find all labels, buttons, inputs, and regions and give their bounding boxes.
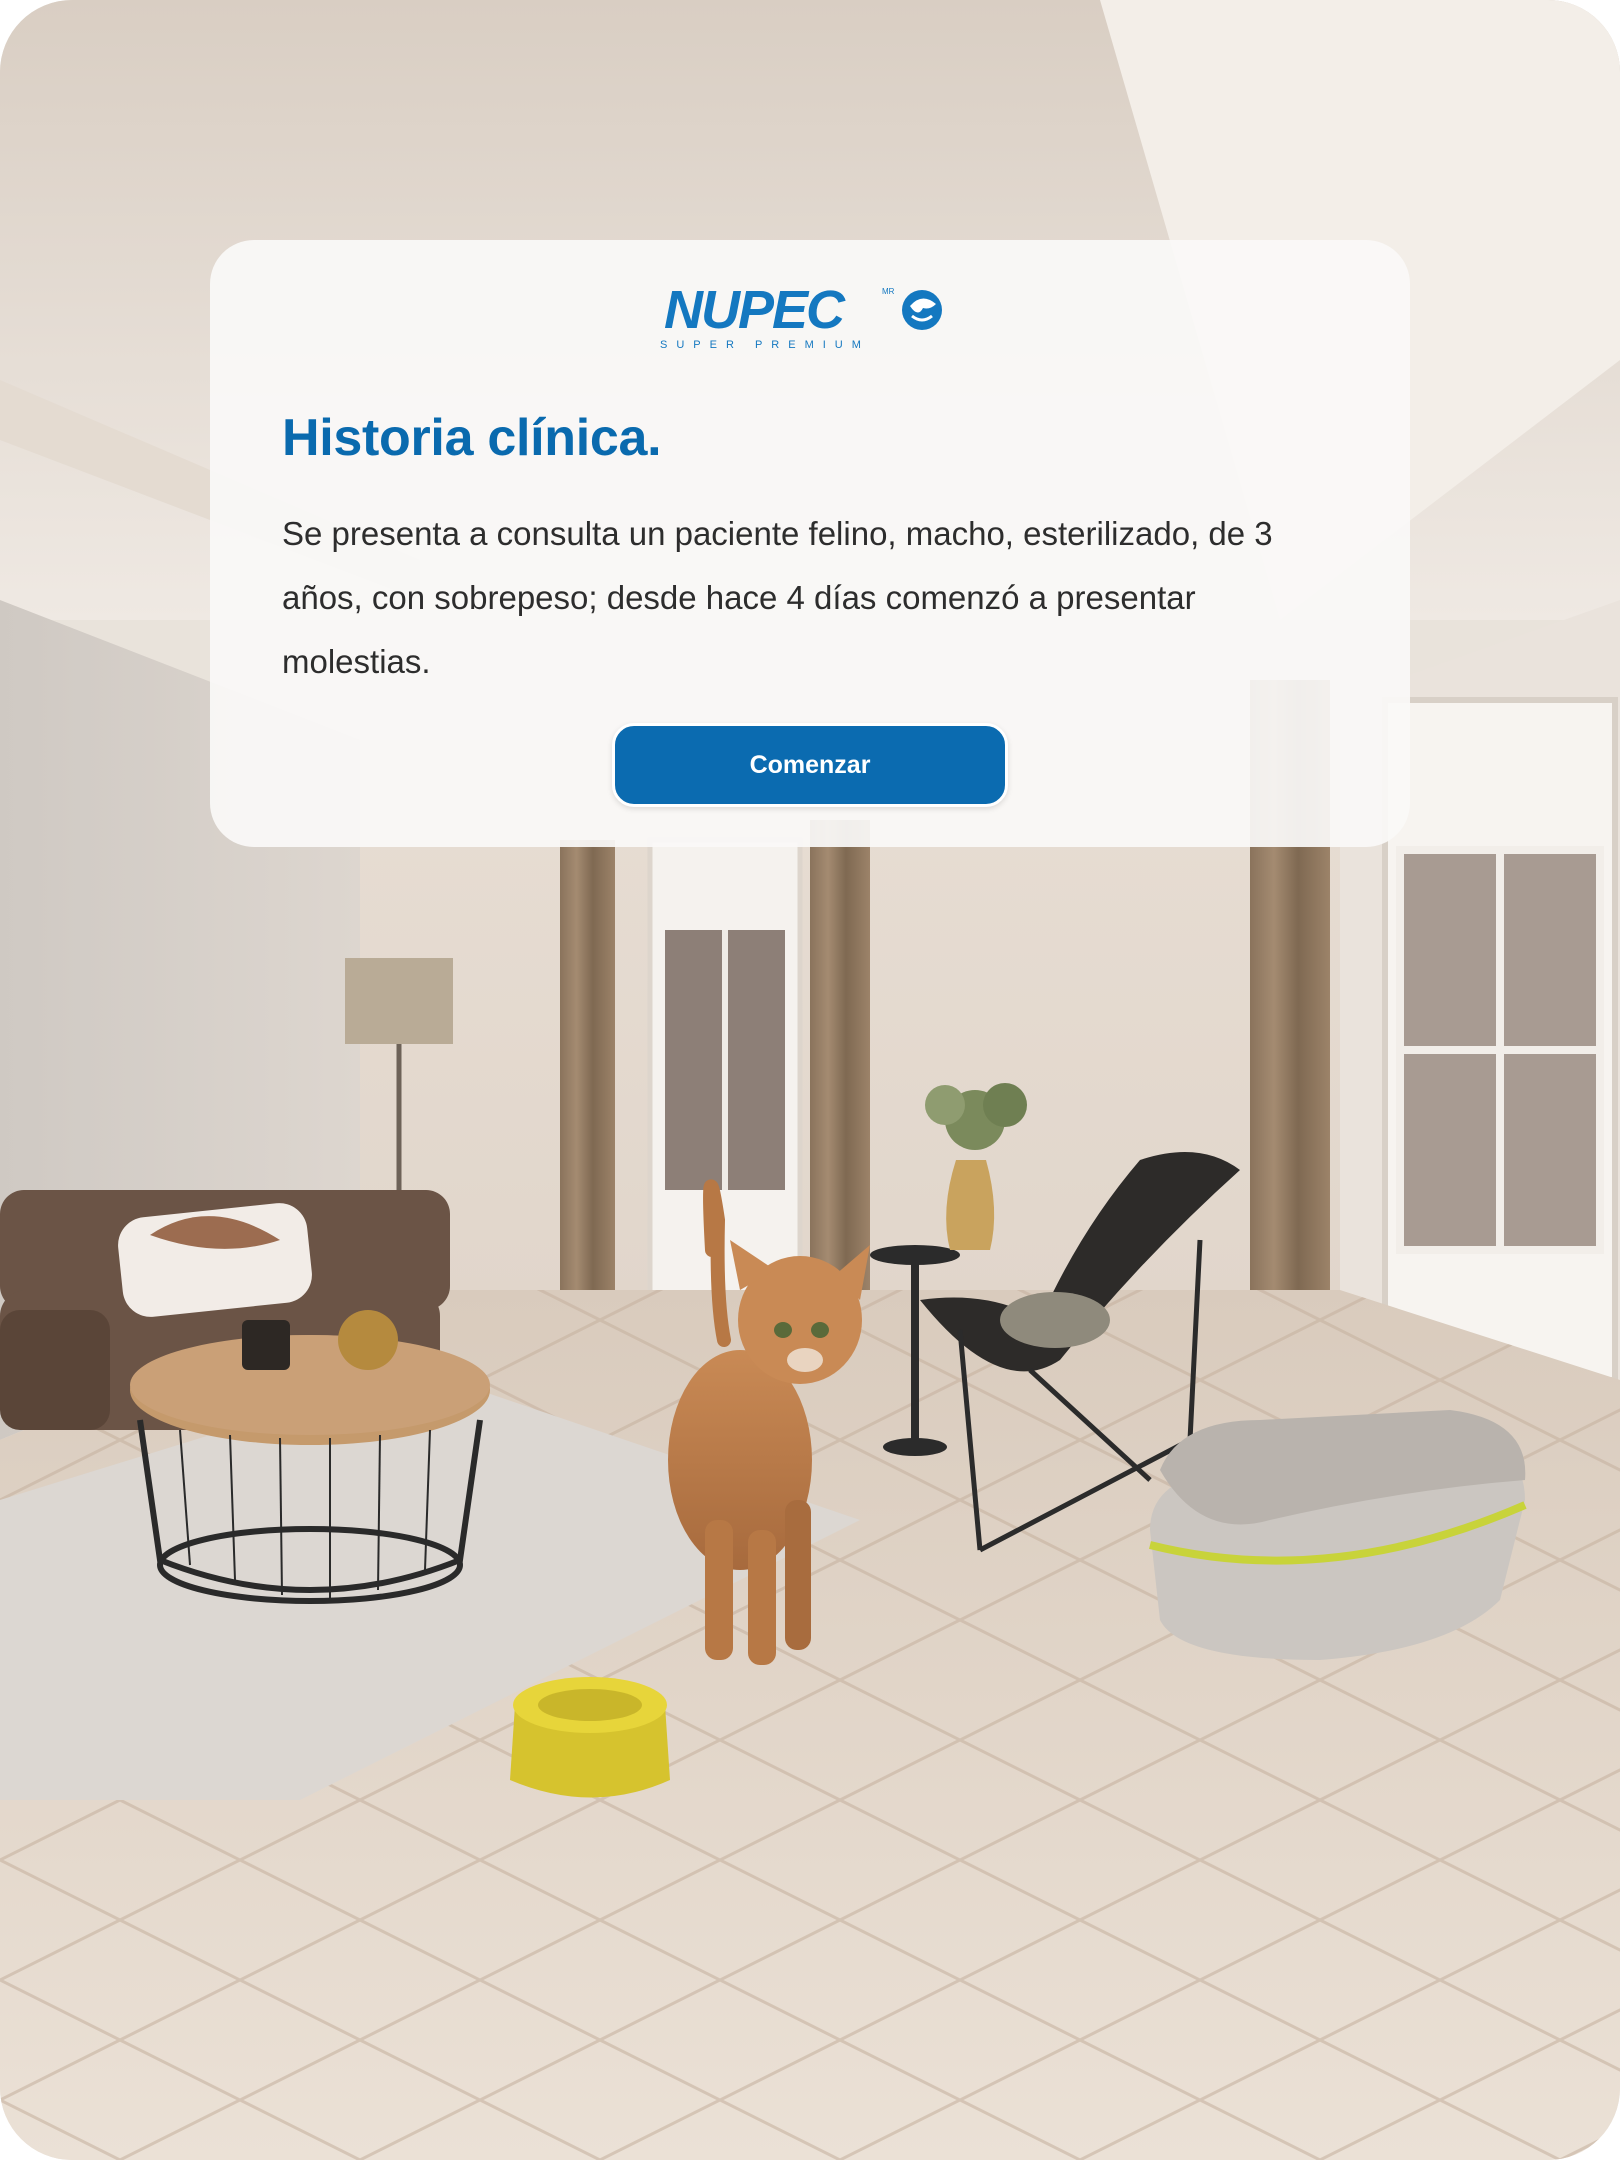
food-bowl-icon bbox=[510, 1677, 670, 1798]
brand-tagline: SUPER PREMIUM bbox=[660, 339, 870, 351]
brand-name: NUPEC bbox=[664, 280, 846, 340]
clinical-history-text: Se presenta a consulta un paciente felin… bbox=[282, 515, 1273, 680]
clinical-history-card: NUPEC MR SUPER PREMIUM Historia clínica.… bbox=[210, 240, 1410, 847]
page-title: Historia clínica. bbox=[282, 409, 662, 467]
brand-mark: MR bbox=[882, 287, 895, 296]
start-button[interactable]: Comenzar bbox=[612, 723, 1008, 807]
paw-emblem-icon bbox=[902, 290, 942, 330]
litter-box-icon bbox=[1149, 1410, 1527, 1660]
app-screen: NUPEC MR SUPER PREMIUM Historia clínica.… bbox=[0, 0, 1620, 2160]
brand-logo: NUPEC MR SUPER PREMIUM bbox=[660, 280, 942, 351]
